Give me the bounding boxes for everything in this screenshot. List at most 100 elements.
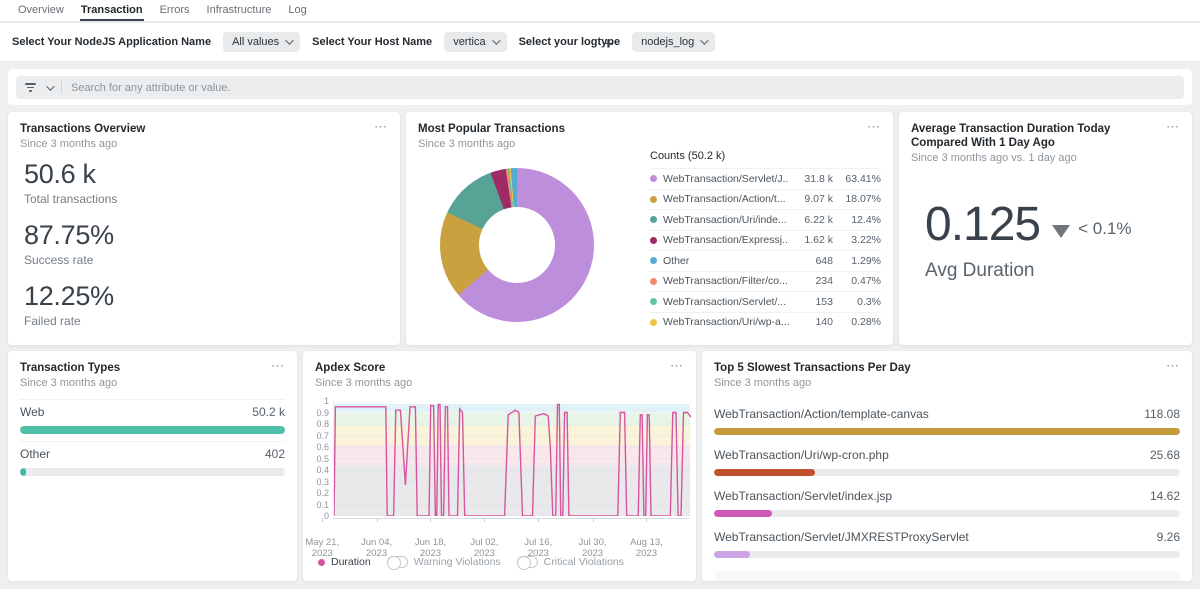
tab-transaction[interactable]: Transaction [80,0,144,21]
apdex-legend-item-duration[interactable]: Duration [318,556,371,568]
filter-value-text: vertica [453,36,485,48]
chevron-down-icon [285,36,293,44]
donut-legend-row[interactable]: WebTransaction/Servlet/...1530.3% [650,291,881,312]
bar-track [714,510,1180,517]
bar-row-label: WebTransaction/Action/template-canvas [714,407,929,421]
avg-duration-delta: < 0.1% [1078,219,1131,239]
toggle-off-icon[interactable] [517,556,538,568]
bar-row-value: 14.62 [1150,489,1180,503]
bar-fill [20,468,26,476]
bar-row-label: WebTransaction/Servlet/JMXRESTProxyServl… [714,530,969,544]
donut-legend-row[interactable]: WebTransaction/Action/t...9.07 k18.07% [650,189,881,210]
card-menu-icon[interactable]: ⋯ [271,359,285,372]
x-label-date: Jul 30, [579,537,607,548]
apdex-legend-item-warning-violations[interactable]: Warning Violations [387,556,501,568]
donut-hole [479,207,555,283]
legend-percent: 0.28% [833,316,881,328]
bar-row-header: WebTransaction/Servlet/index.jsp14.62 [714,484,1180,503]
x-label-date: Jun 04, [361,537,392,548]
avg-duration-label: Avg Duration [925,260,1132,282]
apdex-y-tick-label: 0.8 [305,420,329,429]
legend-count: 140 [789,316,833,328]
bar-row-label: Web [20,405,44,419]
legend-item-label: Duration [331,556,371,568]
x-label-date: Aug 13, [630,537,663,548]
donut-legend-row[interactable]: WebTransaction/Servlet/J...31.8 k63.41% [650,168,881,189]
donut-legend-row[interactable]: WebTransaction/Uri/wp-a...1400.28% [650,312,881,333]
tab-log[interactable]: Log [287,0,307,21]
legend-transaction-name: WebTransaction/Servlet/... [663,296,789,308]
apdex-legend-item-critical-violations[interactable]: Critical Violations [517,556,624,568]
metric-label: Total transactions [24,192,117,207]
chevron-down-icon[interactable] [46,82,54,90]
chevron-down-icon [700,36,708,44]
bar-track [714,428,1180,435]
donut-legend-row[interactable]: WebTransaction/Uri/inde...6.22 k12.4% [650,209,881,230]
apdex-y-tick-label: 0.7 [305,432,329,441]
apdex-plot-area[interactable] [333,401,690,516]
legend-percent: 0.3% [833,296,881,308]
card-title: Transactions Overview [8,112,400,136]
search-box[interactable] [16,76,1184,99]
apdex-x-tick [322,518,323,522]
filter-value-dropdown-0[interactable]: All values [223,32,300,52]
apdex-y-tick-label: 0.1 [305,501,329,510]
legend-percent: 63.41% [833,173,881,185]
bar-row-header: WebTransaction/Action/template-canvas118… [714,402,1180,421]
legend-transaction-name: WebTransaction/Expressj... [663,234,789,246]
bar-fill [714,551,750,558]
apdex-x-tick [377,518,378,522]
tab-errors[interactable]: Errors [159,0,191,21]
bar-track [714,469,1180,476]
overview-metric: 87.75%Success rate [24,220,117,268]
slow-transaction-row: WebTransaction/Action/template-canvas118… [714,402,1180,435]
add-filter-button[interactable]: + [603,35,613,52]
legend-count: 1.62 k [789,234,833,246]
apdex-x-tick [430,518,431,522]
card-menu-icon[interactable]: ⋯ [1166,120,1180,133]
card-menu-icon[interactable]: ⋯ [867,120,881,133]
donut-legend-rows: WebTransaction/Servlet/J...31.8 k63.41%W… [650,168,881,332]
slow-transaction-row: WebTransaction/Uri/wp-cron.php25.68 [714,443,1180,476]
filter-funnel-icon[interactable] [25,83,36,92]
filter-value-dropdown-1[interactable]: vertica [444,32,506,52]
card-menu-icon[interactable]: ⋯ [670,359,684,372]
bar-row-header: WebTransaction/Servlet/JMXRESTProxyServl… [714,525,1180,544]
search-input[interactable] [71,82,1175,94]
overview-metrics: 50.6 kTotal transactions87.75%Success ra… [24,159,117,342]
legend-count: 648 [789,255,833,267]
legend-color-dot [650,216,657,223]
apdex-x-tick [538,518,539,522]
bar-fill [20,426,285,434]
metric-label: Failed rate [24,314,117,329]
bar-row-header: Web50.2 k [20,400,285,419]
bar-row-header: Other402 [20,442,285,461]
donut-legend-row[interactable]: WebTransaction/Filter/co...2340.47% [650,271,881,292]
legend-count: 153 [789,296,833,308]
filter-value-dropdown-2[interactable]: nodejs_log [632,32,715,52]
card-menu-icon[interactable]: ⋯ [1166,359,1180,372]
legend-percent: 3.22% [833,234,881,246]
bar-row-value: 9.26 [1157,530,1180,544]
card-title: Apdex Score [303,351,696,375]
donut-legend-row[interactable]: WebTransaction/Expressj...1.62 k3.22% [650,230,881,251]
bar-row-label: Other [20,447,50,461]
transaction-type-row: Other402 [20,441,285,476]
tab-overview[interactable]: Overview [17,0,65,21]
tab-infrastructure[interactable]: Infrastructure [206,0,273,21]
tab-bar: Overview Transaction Errors Infrastructure L… [0,0,1200,22]
filter-value-text: All values [232,36,279,48]
metric-value: 12.25% [24,281,117,312]
card-title: Top 5 Slowest Transactions Per Day [702,351,1192,375]
chevron-down-icon [492,36,500,44]
donut-legend-row[interactable]: Other6481.29% [650,250,881,271]
donut-chart[interactable] [440,168,594,322]
card-subtitle: Since 3 months ago [406,136,893,150]
filter-value-text: nodejs_log [641,36,694,48]
card-menu-icon[interactable]: ⋯ [374,120,388,133]
metric-label: Success rate [24,253,117,268]
legend-count: 9.07 k [789,193,833,205]
toggle-off-icon[interactable] [387,556,408,568]
bar-fill [714,469,815,476]
search-panel [8,69,1192,105]
